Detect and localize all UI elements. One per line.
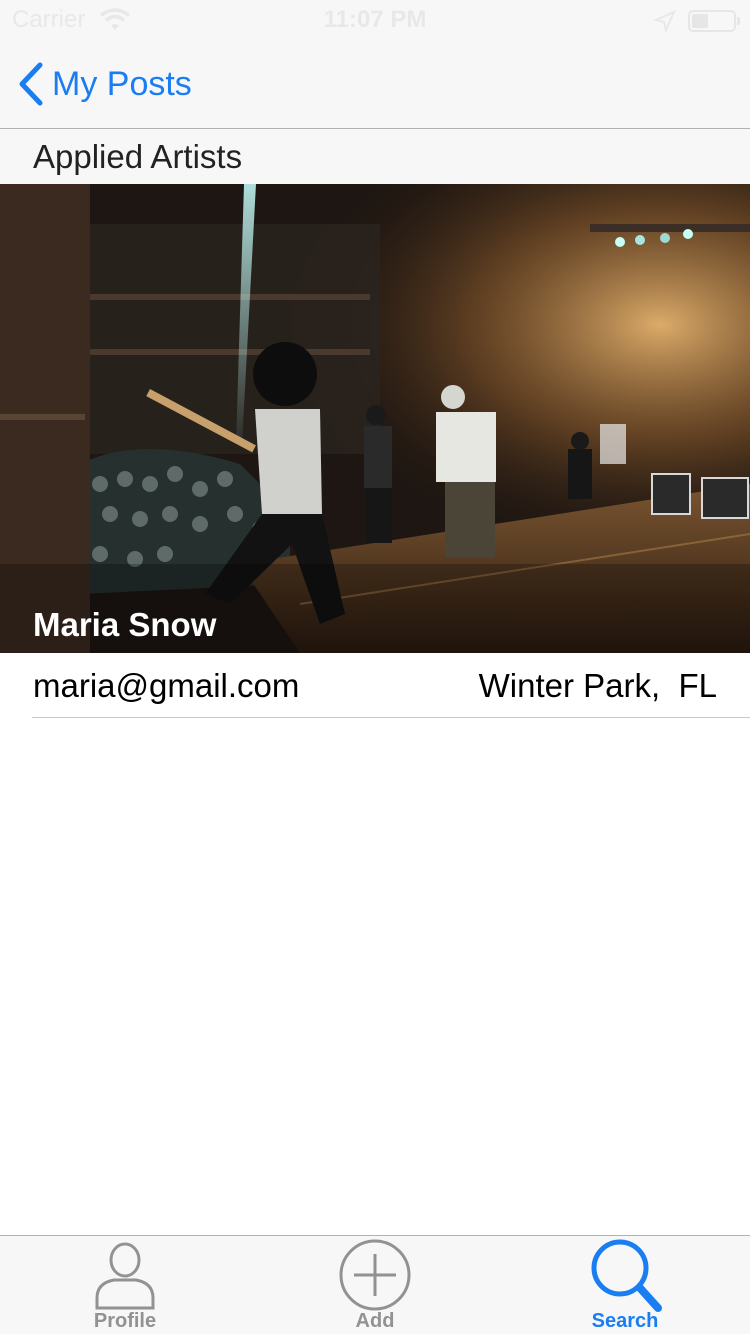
tab-add-label: Add: [355, 1310, 395, 1332]
section-header: Applied Artists: [0, 129, 750, 184]
search-icon: [591, 1239, 662, 1312]
tab-add[interactable]: Add: [250, 1236, 500, 1334]
clock: 11:07 PM: [323, 6, 427, 33]
plus-circle-icon: [339, 1239, 411, 1311]
artist-location: Winter Park, FL: [478, 667, 717, 704]
status-bar: Carrier 11:07 PM: [0, 0, 750, 40]
chevron-left-icon: [19, 62, 43, 106]
navigation-bar: My Posts: [0, 40, 750, 129]
tab-search[interactable]: Search: [500, 1236, 750, 1334]
tab-profile[interactable]: Profile: [0, 1236, 250, 1334]
back-button[interactable]: My Posts: [16, 60, 192, 108]
tab-bar: Profile Add Search: [0, 1235, 750, 1334]
person-icon: [95, 1242, 155, 1310]
row-separator: [32, 717, 750, 718]
battery-icon: [688, 10, 740, 32]
artist-photo-card[interactable]: Maria Snow: [0, 184, 750, 653]
artist-email: maria@gmail.com: [33, 667, 300, 704]
concert-stage-photo: [0, 184, 750, 653]
tab-profile-label: Profile: [93, 1310, 157, 1332]
artist-name: Maria Snow: [33, 606, 217, 643]
artist-info-row[interactable]: maria@gmail.com Winter Park, FL: [0, 653, 750, 718]
tab-search-label: Search: [591, 1310, 659, 1332]
back-button-label: My Posts: [52, 64, 192, 103]
location-arrow-icon: [654, 10, 676, 32]
section-title: Applied Artists: [33, 138, 243, 175]
